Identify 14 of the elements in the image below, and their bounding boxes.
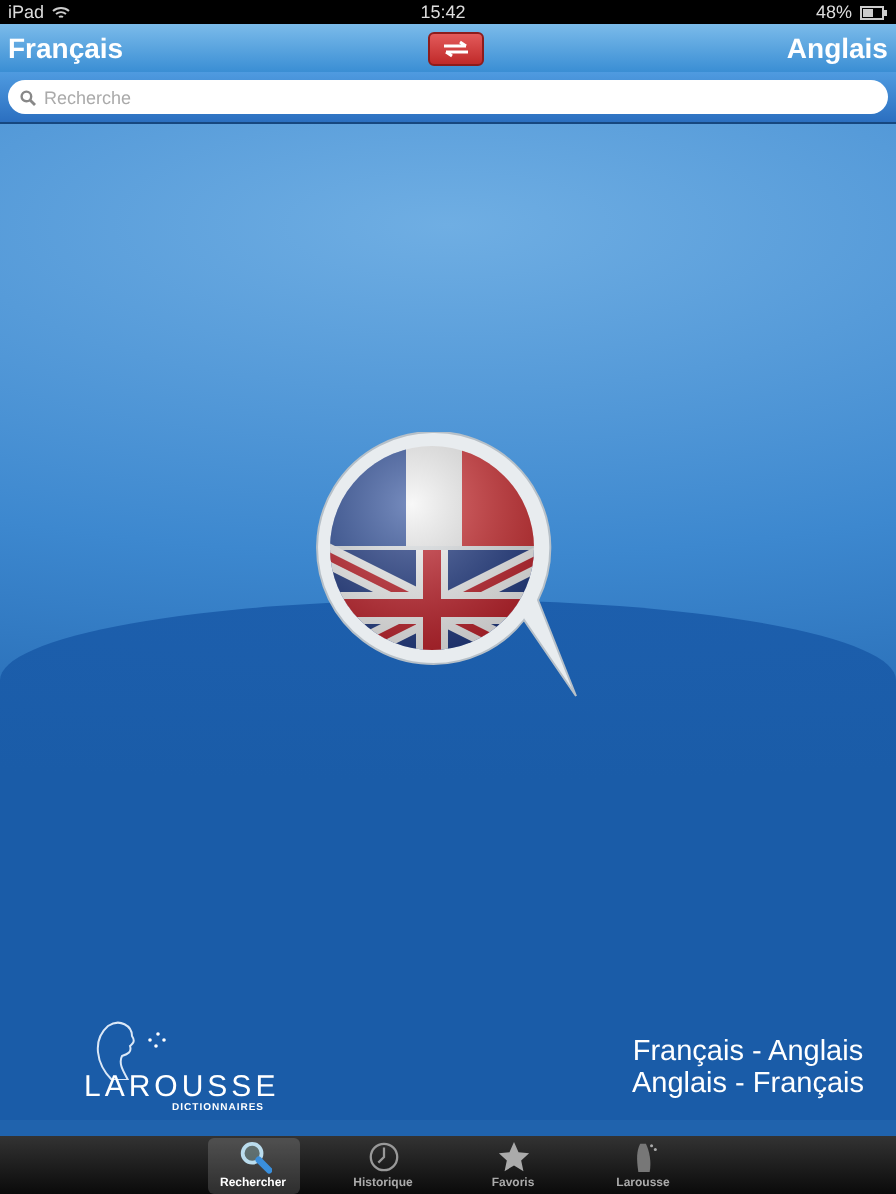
device-name: iPad [8,0,45,24]
star-icon [495,1139,531,1173]
clock-time: 15:42 [420,0,466,24]
swap-languages-button[interactable] [427,31,483,65]
dictionary-direction: Français - Anglais [631,1036,864,1069]
search-field[interactable]: Recherche [8,80,888,114]
battery-icon [860,5,888,19]
magnifier-icon [235,1139,271,1173]
wifi-icon [52,5,71,19]
dictionary-direction: Anglais - Français [631,1068,864,1101]
swap-arrows-icon [441,39,469,57]
clock-icon [365,1139,401,1173]
battery-percent: 48% [815,0,852,24]
logo-wordmark: LAROUSSE [84,1072,280,1102]
